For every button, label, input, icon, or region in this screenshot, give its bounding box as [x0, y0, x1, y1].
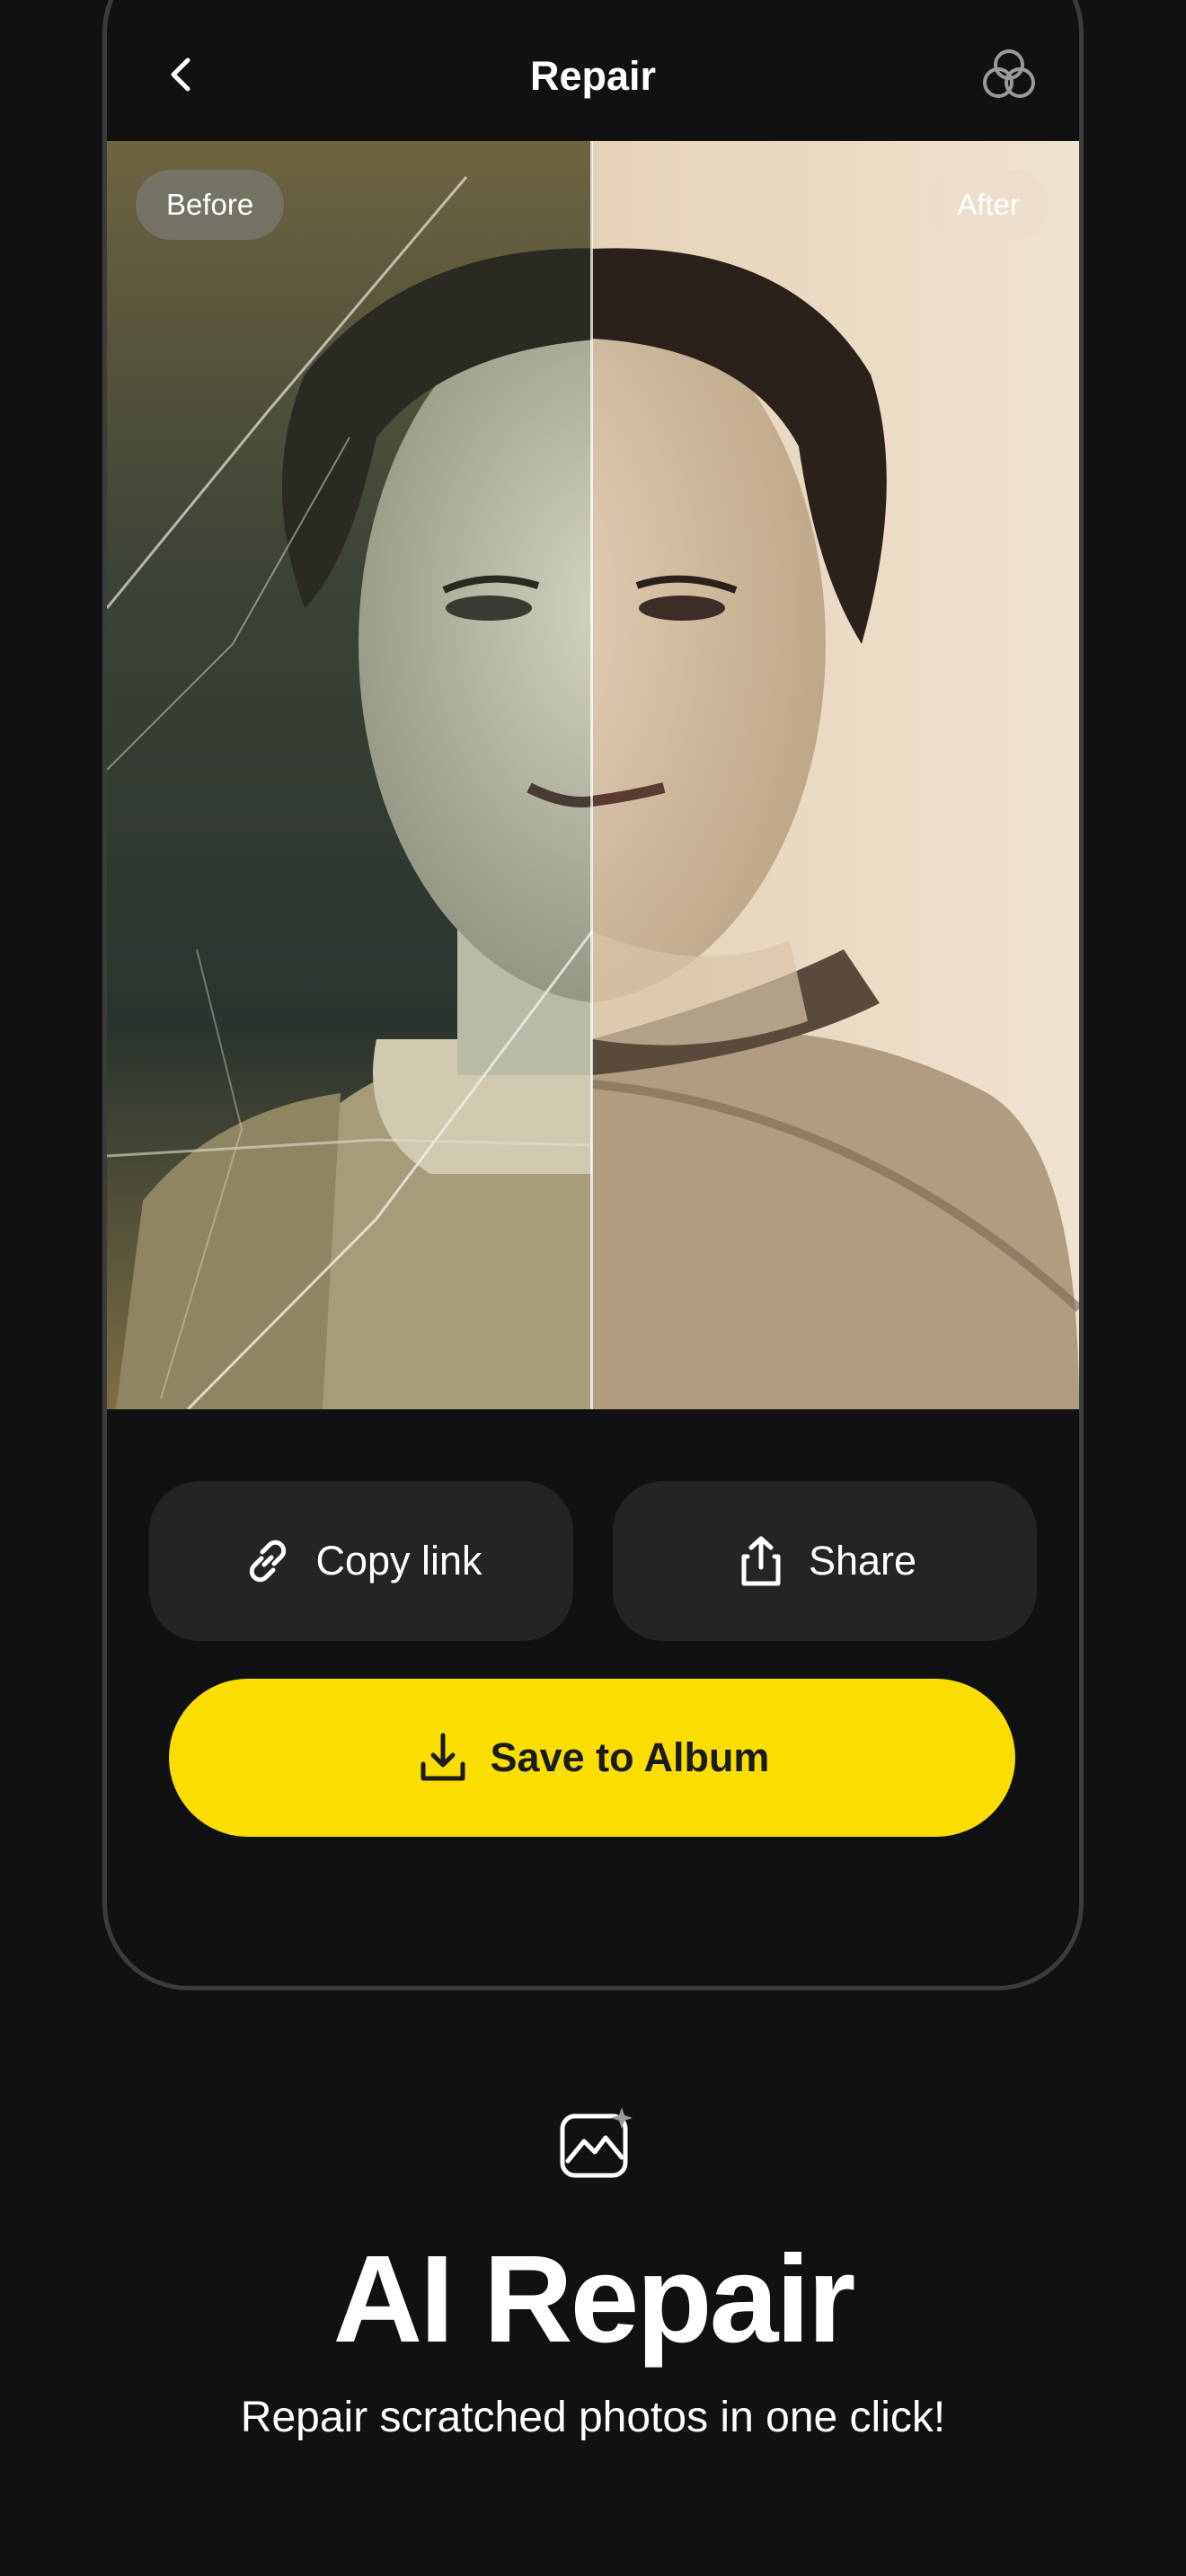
feature-title: AI Repair: [332, 2230, 856, 2369]
page-title: Repair: [529, 53, 657, 99]
copy-link-button[interactable]: Copy link: [149, 1481, 573, 1641]
download-icon: [420, 1733, 465, 1781]
filters-button[interactable]: [978, 44, 1040, 105]
copy-link-label: Copy link: [315, 1538, 482, 1584]
nav-bar: Repair: [107, 0, 1079, 141]
share-label: Share: [808, 1538, 917, 1584]
save-label: Save to Album: [490, 1734, 770, 1780]
save-to-album-button[interactable]: Save to Album: [169, 1679, 1015, 1837]
image-sparkle-icon: [557, 2105, 633, 2181]
overlapping-circles-icon: [983, 49, 1035, 98]
share-button[interactable]: Share: [613, 1481, 1037, 1641]
link-icon: [250, 1539, 287, 1583]
share-icon: [741, 1536, 781, 1586]
after-label: After: [926, 170, 1050, 240]
feature-subtitle: Repair scratched photos in one click!: [240, 2394, 946, 2441]
after-photo: [592, 141, 1079, 1409]
phone-frame: Repair Before After Copy link Share Save…: [102, 0, 1084, 1990]
before-label: Before: [136, 170, 285, 240]
comparison-divider[interactable]: [590, 141, 593, 1409]
before-photo: [107, 141, 592, 1409]
before-after-comparison[interactable]: Before After: [107, 141, 1079, 1409]
